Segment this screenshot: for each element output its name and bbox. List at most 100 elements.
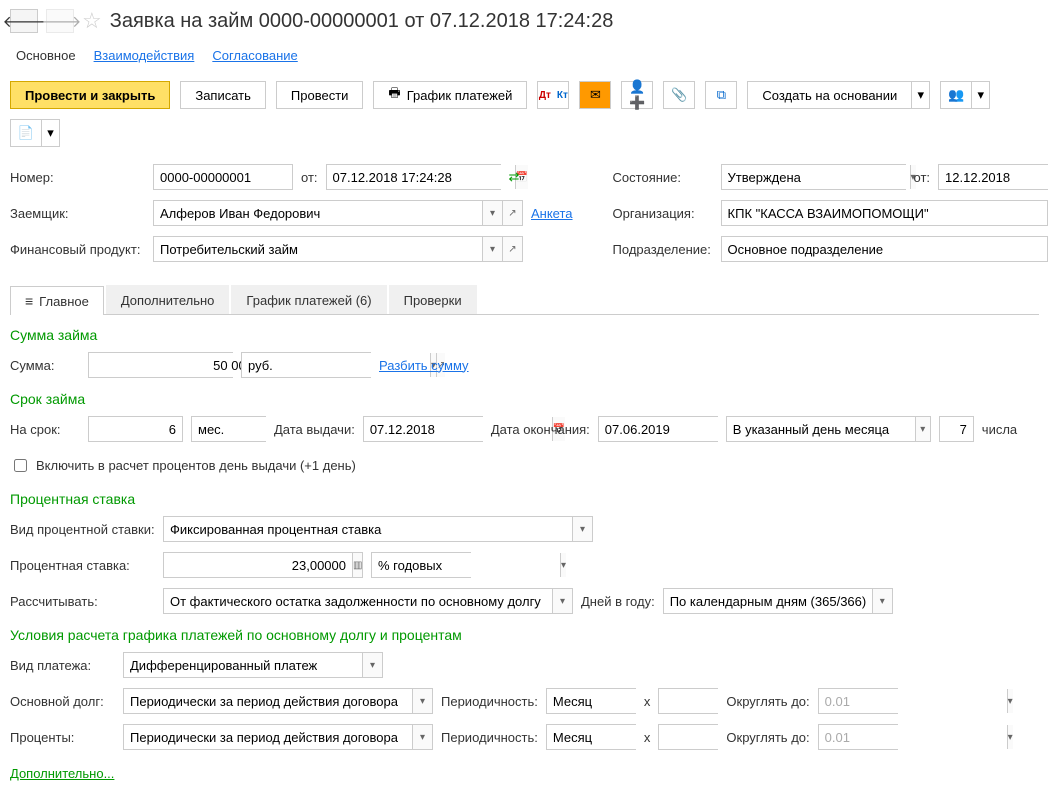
- open-icon[interactable]: ↗: [502, 237, 522, 261]
- create-based-dropdown[interactable]: Создать на основании ▾: [747, 81, 930, 109]
- dept-combo[interactable]: [721, 236, 1049, 262]
- calc-field[interactable]: [164, 589, 552, 613]
- round-combo-1[interactable]: ▾: [818, 688, 898, 714]
- include-issue-day-checkbox[interactable]: [14, 459, 27, 472]
- issue-date-input[interactable]: 📅: [363, 416, 483, 442]
- org-field[interactable]: [722, 201, 1048, 225]
- rate-field[interactable]: [164, 553, 352, 577]
- mult-input-2[interactable]: ▲▼: [658, 724, 718, 750]
- attach-button[interactable]: 📎: [663, 81, 695, 109]
- product-combo[interactable]: ▾ ↗: [153, 236, 523, 262]
- calc-icon[interactable]: ▥: [352, 553, 362, 577]
- chevron-down-icon[interactable]: ▾: [1007, 689, 1013, 713]
- tab-extra[interactable]: Дополнительно: [106, 285, 230, 314]
- state-date-field[interactable]: [939, 165, 1049, 189]
- state-date-input[interactable]: [938, 164, 1048, 190]
- borrower-combo[interactable]: ▾ ↗: [153, 200, 523, 226]
- tab-interactions[interactable]: Взаимодействия: [94, 44, 195, 67]
- tab-approval[interactable]: Согласование: [212, 44, 297, 67]
- structure-icon: ⧉: [717, 87, 726, 103]
- forward-button[interactable]: 🡒: [46, 9, 74, 33]
- tab-checks[interactable]: Проверки: [389, 285, 477, 314]
- term-unit-combo[interactable]: ▾: [191, 416, 266, 442]
- periodicity-label-1: Периодичность:: [441, 694, 538, 709]
- split-sum-link[interactable]: Разбить сумму: [379, 358, 469, 373]
- round-combo-2[interactable]: ▾: [818, 724, 898, 750]
- users-chevron[interactable]: ▾: [972, 81, 990, 109]
- borrower-field[interactable]: [154, 201, 482, 225]
- payment-type-combo[interactable]: ▾: [123, 652, 383, 678]
- rate-type-combo[interactable]: ▾: [163, 516, 593, 542]
- chevron-down-icon[interactable]: ▾: [915, 417, 930, 441]
- number-input[interactable]: [153, 164, 293, 190]
- state-combo[interactable]: ▾: [721, 164, 906, 190]
- datetime-input[interactable]: 📅: [326, 164, 501, 190]
- tab-main-detail[interactable]: ≡Главное: [10, 286, 104, 315]
- chevron-down-icon[interactable]: ▾: [482, 237, 502, 261]
- dept-field[interactable]: [722, 237, 1048, 261]
- chevron-down-icon[interactable]: ▾: [482, 201, 502, 225]
- product-field[interactable]: [154, 237, 482, 261]
- payment-type-field[interactable]: [124, 653, 362, 677]
- round-field-1[interactable]: [819, 689, 1007, 713]
- org-combo[interactable]: [721, 200, 1049, 226]
- favorite-star-icon[interactable]: ☆: [82, 8, 102, 34]
- chevron-down-icon[interactable]: ▾: [572, 517, 592, 541]
- header-bar: 🡐 🡒 ☆ Заявка на займ 0000-00000001 от 07…: [10, 8, 1039, 34]
- rate-unit-field[interactable]: [372, 553, 560, 577]
- users-dropdown[interactable]: 👥 ▾: [940, 81, 990, 109]
- report-button[interactable]: 📄: [10, 119, 42, 147]
- mult-input-1[interactable]: ▲▼: [658, 688, 718, 714]
- rate-type-label: Вид процентной ставки:: [10, 522, 155, 537]
- mail-button[interactable]: ✉: [579, 81, 611, 109]
- save-button[interactable]: Записать: [180, 81, 266, 109]
- rate-input[interactable]: ▥: [163, 552, 363, 578]
- periodicity-combo-2[interactable]: ▾: [546, 724, 636, 750]
- sum-input[interactable]: ▥: [88, 352, 233, 378]
- payment-schedule-button[interactable]: 🖶 График платежей: [373, 81, 527, 109]
- principal-period-combo[interactable]: ▾: [123, 688, 433, 714]
- periodicity-combo-1[interactable]: ▾: [546, 688, 636, 714]
- tab-main[interactable]: Основное: [16, 44, 76, 67]
- post-button[interactable]: Провести: [276, 81, 364, 109]
- days-year-field[interactable]: [664, 589, 872, 613]
- chevron-down-icon[interactable]: ▾: [412, 689, 432, 713]
- days-year-combo[interactable]: ▾: [663, 588, 893, 614]
- chevron-down-icon[interactable]: ▾: [1007, 725, 1013, 749]
- calc-combo[interactable]: ▾: [163, 588, 573, 614]
- currency-combo[interactable]: ▾ ↗: [241, 352, 371, 378]
- term-input[interactable]: [88, 416, 183, 442]
- anketa-link[interactable]: Анкета: [531, 206, 573, 221]
- chevron-down-icon[interactable]: ▾: [872, 589, 892, 613]
- more-link[interactable]: Дополнительно...: [10, 766, 114, 781]
- rate-unit-combo[interactable]: ▾: [371, 552, 471, 578]
- structure-button[interactable]: ⧉: [705, 81, 737, 109]
- report-chevron[interactable]: ▾: [42, 119, 60, 147]
- round-field-2[interactable]: [819, 725, 1007, 749]
- dtkt-button[interactable]: ДтКт: [537, 81, 569, 109]
- chevron-down-icon[interactable]: ▾: [560, 553, 566, 577]
- chevron-down-icon[interactable]: ▾: [412, 725, 432, 749]
- back-button[interactable]: 🡐: [10, 9, 38, 33]
- create-based-button[interactable]: Создать на основании: [747, 81, 912, 109]
- datetime-field[interactable]: [327, 165, 515, 189]
- end-date-input[interactable]: 📅: [598, 416, 718, 442]
- principal-period-field[interactable]: [124, 689, 412, 713]
- chevron-down-icon[interactable]: ▾: [552, 589, 572, 613]
- tab-schedule[interactable]: График платежей (6): [231, 285, 386, 314]
- interest-period-combo[interactable]: ▾: [123, 724, 433, 750]
- interest-period-field[interactable]: [124, 725, 412, 749]
- open-icon[interactable]: ↗: [502, 201, 522, 225]
- refresh-icon[interactable]: ⇄: [509, 169, 520, 185]
- users-button[interactable]: 👥: [940, 81, 972, 109]
- day-mode-combo[interactable]: ▾: [726, 416, 931, 442]
- state-field[interactable]: [722, 165, 910, 189]
- create-based-chevron[interactable]: ▾: [912, 81, 930, 109]
- day-mode-field[interactable]: [727, 417, 915, 441]
- post-and-close-button[interactable]: Провести и закрыть: [10, 81, 170, 109]
- day-input[interactable]: [939, 416, 974, 442]
- add-user-button[interactable]: 👤➕: [621, 81, 653, 109]
- chevron-down-icon[interactable]: ▾: [362, 653, 382, 677]
- report-dropdown[interactable]: 📄 ▾: [10, 119, 60, 147]
- rate-type-field[interactable]: [164, 517, 572, 541]
